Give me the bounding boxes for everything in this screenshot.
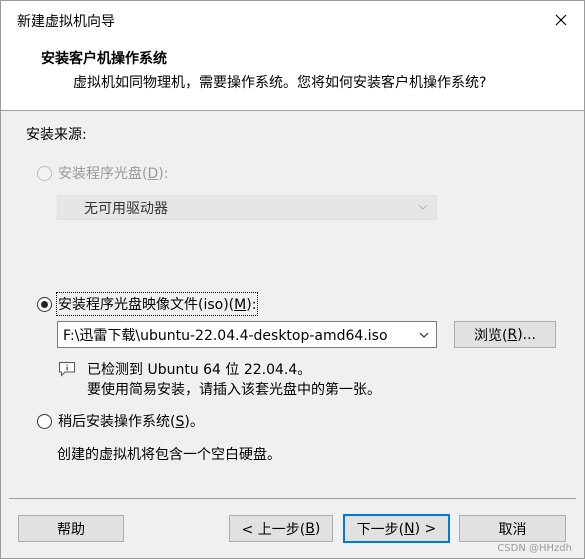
footer-divider: [9, 498, 576, 499]
radio-installer-disc[interactable]: 安装程序光盘(D):: [37, 163, 168, 183]
browse-button[interactable]: 浏览(R)...: [454, 321, 556, 348]
help-button[interactable]: 帮助: [18, 515, 124, 542]
iso-path-value: F:\迅雷下载\ubuntu-22.04.4-desktop-amd64.iso: [63, 327, 388, 344]
radio-label-later: 稍后安装操作系统(S)。: [58, 414, 204, 430]
chevron-down-icon[interactable]: [419, 330, 429, 340]
window-title: 新建虚拟机向导: [17, 14, 115, 30]
radio-install-later[interactable]: 稍后安装操作系统(S)。: [37, 411, 204, 431]
close-icon: [555, 14, 567, 26]
radio-button[interactable]: [37, 413, 52, 429]
next-button[interactable]: 下一步(N) >: [343, 514, 450, 543]
page-subtitle: 虚拟机如同物理机，需要操作系统。您将如何安装客户机操作系统?: [73, 75, 487, 91]
cancel-button[interactable]: 取消: [459, 515, 566, 542]
back-button[interactable]: < 上一步(B): [229, 515, 333, 542]
install-later-description: 创建的虚拟机将包含一个空白硬盘。: [57, 447, 281, 463]
radio-selected-dot: [41, 300, 48, 308]
title-bar: 新建虚拟机向导: [1, 1, 584, 39]
disc-drive-value: 无可用驱动器: [84, 200, 168, 217]
radio-button[interactable]: [37, 165, 52, 181]
radio-label-iso: 安装程序光盘映像文件(iso)(M):: [55, 292, 259, 316]
radio-label-disc: 安装程序光盘(D):: [58, 166, 169, 182]
wizard-window: 新建虚拟机向导 安装客户机操作系统 虚拟机如同物理机，需要操作系统。您将如何安装…: [0, 0, 585, 559]
disc-drive-select[interactable]: 无可用驱动器: [57, 195, 437, 220]
detected-os-text: 已检测到 Ubuntu 64 位 22.04.4。: [87, 362, 312, 378]
watermark: CSDN @HHzdh: [497, 543, 572, 554]
close-button[interactable]: [538, 1, 584, 39]
radio-button[interactable]: [37, 296, 52, 312]
easy-install-hint: 要使用简易安装，请插入该套光盘中的第一张。: [87, 382, 381, 398]
page-title: 安装客户机操作系统: [41, 51, 167, 67]
chevron-down-icon: [418, 204, 428, 210]
install-source-label: 安装来源:: [26, 127, 87, 143]
radio-iso-image[interactable]: 安装程序光盘映像文件(iso)(M):: [37, 292, 259, 316]
wizard-header: 安装客户机操作系统 虚拟机如同物理机，需要操作系统。您将如何安装客户机操作系统?: [1, 39, 584, 111]
iso-path-combobox[interactable]: F:\迅雷下载\ubuntu-22.04.4-desktop-amd64.iso: [57, 321, 437, 348]
info-icon: [59, 362, 75, 377]
